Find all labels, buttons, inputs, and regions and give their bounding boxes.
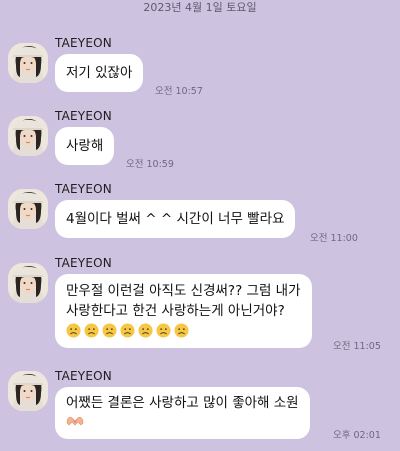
- message-text: 4월이다 벌써 ^ ^ 시간이 너무 빨라요: [66, 211, 285, 227]
- message-text-line: 만우절 이런걸 아직도 신경써?? 그럼 내가: [66, 283, 301, 299]
- frowning-face-icon: [66, 323, 81, 338]
- avatar[interactable]: [8, 189, 48, 229]
- message-time: 오전 10:57: [155, 86, 203, 97]
- avatar[interactable]: [8, 116, 48, 156]
- avatar[interactable]: [8, 263, 48, 303]
- message-bubble[interactable]: 어쨌든 결론은 사랑하고 많이 좋아해 소원: [55, 387, 310, 439]
- emoji-row: [66, 323, 301, 338]
- frowning-face-icon: [138, 323, 153, 338]
- message-time: 오전 11:05: [333, 341, 381, 352]
- heart-hands-icon: [66, 416, 84, 426]
- message-text-line: 사랑한다고 한건 사랑하는게 아닌거야?: [66, 303, 285, 319]
- message-bubble[interactable]: 4월이다 벌써 ^ ^ 시간이 너무 빨라요: [55, 200, 296, 238]
- sender-name: TAEYEON: [55, 369, 112, 383]
- message-bubble[interactable]: 만우절 이런걸 아직도 신경써?? 그럼 내가 사랑한다고 한건 사랑하는게 아…: [55, 274, 312, 348]
- chat-view: 2023년 4월 1일 토요일 TAEYEON 저기 있잖아 오전 10:57 …: [0, 0, 400, 451]
- message-text: 저기 있잖아: [66, 65, 133, 81]
- message-text: 사랑해: [66, 138, 104, 154]
- message-text: 어쨌든 결론은 사랑하고 많이 좋아해 소원: [66, 395, 299, 411]
- date-divider: 2023년 4월 1일 토요일: [143, 1, 257, 14]
- avatar[interactable]: [8, 43, 48, 83]
- message-time: 오전 10:59: [126, 159, 174, 170]
- message-bubble[interactable]: 사랑해: [55, 127, 115, 165]
- frowning-face-icon: [84, 323, 99, 338]
- frowning-face-icon: [120, 323, 135, 338]
- frowning-face-icon: [102, 323, 117, 338]
- sender-name: TAEYEON: [55, 182, 112, 196]
- sender-name: TAEYEON: [55, 256, 112, 270]
- frowning-face-icon: [156, 323, 171, 338]
- message-time: 오후 02:01: [333, 430, 381, 441]
- sender-name: TAEYEON: [55, 36, 112, 50]
- message-bubble[interactable]: 저기 있잖아: [55, 54, 144, 92]
- frowning-face-icon: [174, 323, 189, 338]
- message-time: 오전 11:00: [310, 233, 358, 244]
- sender-name: TAEYEON: [55, 109, 112, 123]
- avatar[interactable]: [8, 371, 48, 411]
